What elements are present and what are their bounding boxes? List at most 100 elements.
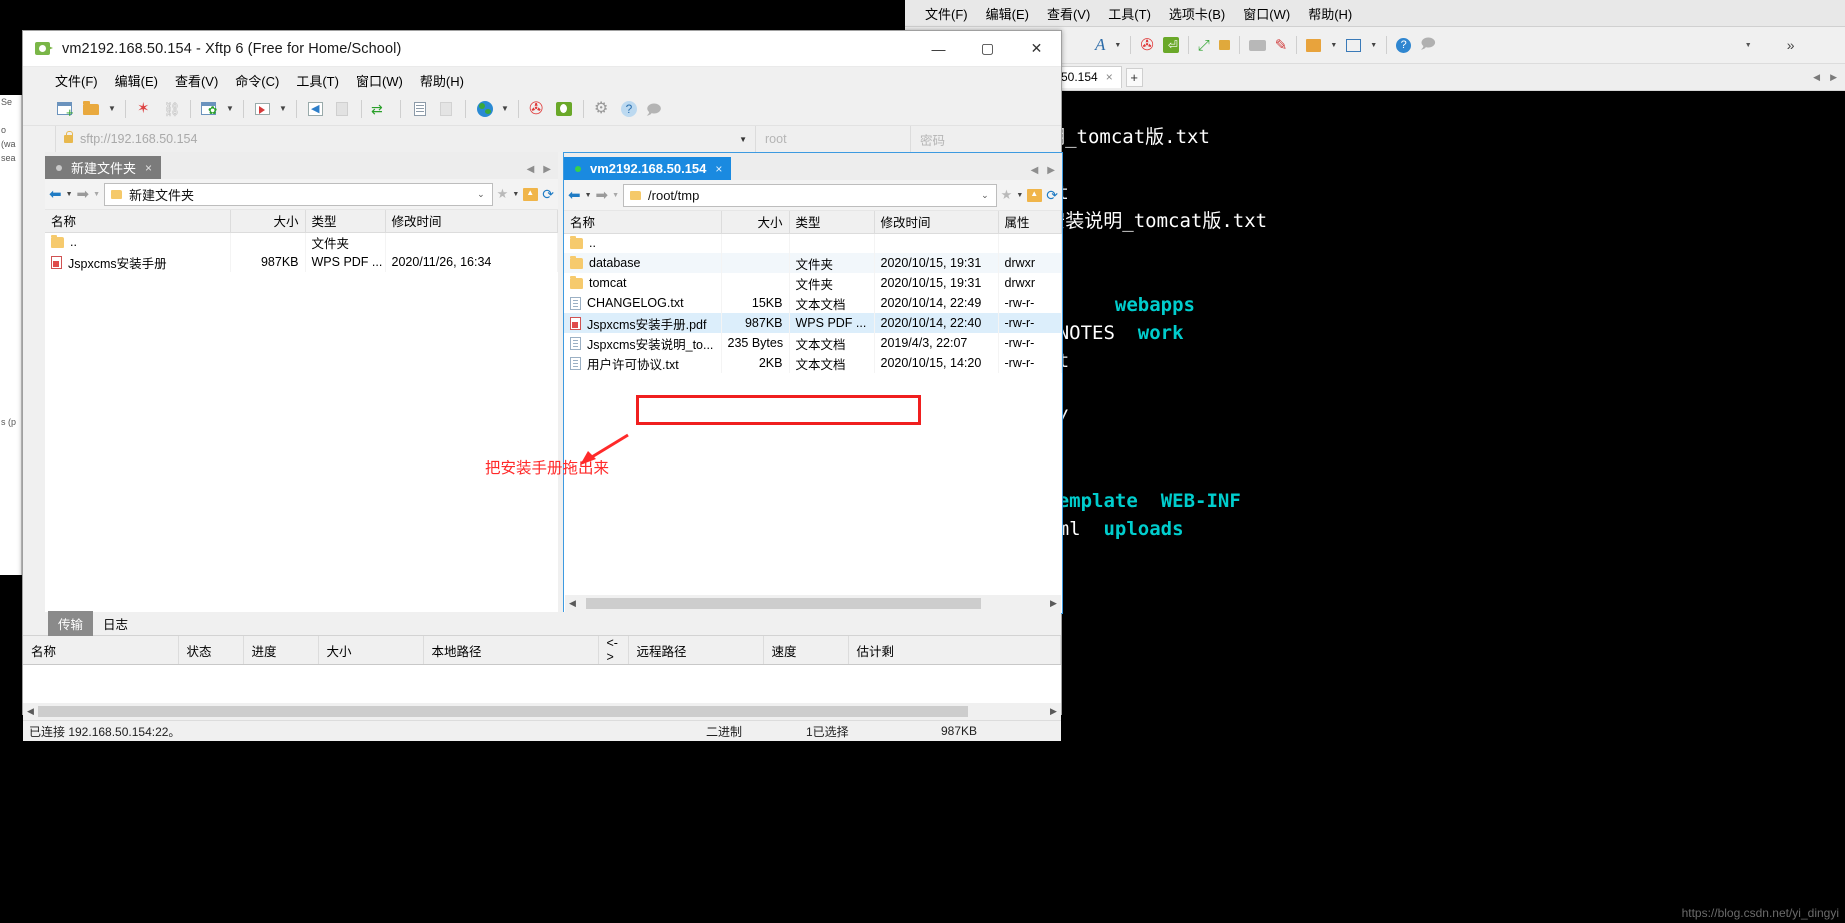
- chevron-down-icon[interactable]: ▼: [66, 191, 73, 198]
- scroll-thumb[interactable]: [586, 598, 981, 609]
- table-row[interactable]: CHANGELOG.txt 15KB 文本文档 2020/10/14, 22:4…: [564, 293, 1062, 313]
- menu-view[interactable]: 查看(V): [175, 71, 218, 90]
- col-progress[interactable]: 进度: [243, 636, 319, 665]
- feedback-icon[interactable]: 🗩: [644, 98, 666, 120]
- table-row[interactable]: Jspxcms安装说明_to... 235 Bytes 文本文档 2019/4/…: [564, 333, 1062, 353]
- star-icon[interactable]: ★: [497, 186, 509, 202]
- close-icon[interactable]: ×: [1106, 70, 1113, 84]
- table-row[interactable]: tomcat 文件夹 2020/10/15, 19:31 drwxr: [564, 273, 1062, 293]
- local-pane[interactable]: 新建文件夹 × ◀ ▶ ⬅ ▼ ➡ ▼ 新建文件夹 ⌄ ★ ▼ ▲ ⟳ 名称 大…: [45, 152, 558, 614]
- chevron-down-icon[interactable]: ⌄: [981, 190, 989, 201]
- chevron-down-icon[interactable]: ▼: [1330, 42, 1337, 49]
- disconnect-icon[interactable]: ✶: [134, 98, 156, 120]
- remote-file-table[interactable]: 名称 大小 类型 修改时间 属性 .. database 文件夹 2020/10…: [564, 211, 1062, 373]
- help-icon[interactable]: ?: [1396, 37, 1412, 53]
- tab-scroll-right-icon[interactable]: ▶: [1830, 72, 1837, 83]
- scroll-right-icon[interactable]: ▶: [1046, 598, 1061, 609]
- options-icon[interactable]: ⚙: [592, 98, 614, 120]
- col-local-path[interactable]: 本地路径: [423, 636, 599, 665]
- xshell-new-tab-button[interactable]: +: [1125, 67, 1143, 87]
- xshell-menu-view[interactable]: 查看(V): [1047, 4, 1090, 23]
- col-modified[interactable]: 修改时间: [874, 211, 999, 234]
- scroll-left-icon[interactable]: ◀: [23, 706, 38, 717]
- xshell-menu-help[interactable]: 帮助(H): [1308, 4, 1352, 23]
- tab-transfer[interactable]: 传输: [48, 611, 94, 636]
- chevron-down-icon[interactable]: ▼: [1016, 192, 1023, 199]
- menu-edit[interactable]: 编辑(E): [115, 71, 158, 90]
- col-name[interactable]: 名称: [23, 636, 179, 665]
- transfer-list-body[interactable]: [23, 665, 1061, 703]
- tab-scroll-left-icon[interactable]: ◀: [1813, 72, 1820, 83]
- col-size[interactable]: 大小: [721, 211, 790, 234]
- col-modified[interactable]: 修改时间: [385, 210, 558, 233]
- table-row[interactable]: .. 文件夹: [45, 232, 558, 252]
- copy-icon[interactable]: [435, 98, 457, 120]
- menu-tools[interactable]: 工具(T): [296, 71, 339, 90]
- menu-command[interactable]: 命令(C): [235, 71, 279, 90]
- comment-icon[interactable]: 🗩: [1420, 33, 1436, 57]
- toolbar-overflow-caret[interactable]: ▼: [1745, 42, 1752, 49]
- tab-scroll-right-icon[interactable]: ▶: [543, 164, 551, 175]
- local-path-input[interactable]: 新建文件夹 ⌄: [104, 182, 493, 206]
- xshell-icon[interactable]: ✇: [527, 98, 549, 120]
- scroll-trough[interactable]: [38, 704, 1046, 719]
- maximize-button[interactable]: ▢: [963, 31, 1012, 67]
- username-input[interactable]: root: [755, 126, 910, 152]
- col-status[interactable]: 状态: [178, 636, 244, 665]
- local-file-table[interactable]: 名称 大小 类型 修改时间 .. 文件夹 Jspxcms安装手册 987KB W…: [45, 210, 558, 272]
- paste-icon[interactable]: [331, 98, 353, 120]
- highlight-pen-icon[interactable]: ✎: [1275, 36, 1288, 54]
- table-row[interactable]: database 文件夹 2020/10/15, 19:31 drwxr: [564, 253, 1062, 273]
- open-in-browser-icon[interactable]: [474, 98, 496, 120]
- col-name[interactable]: 名称: [564, 211, 722, 234]
- menu-window[interactable]: 窗口(W): [356, 71, 403, 90]
- lock-icon[interactable]: [1218, 40, 1230, 50]
- fullscreen-icon[interactable]: ⤢: [1198, 37, 1210, 54]
- col-type[interactable]: 类型: [789, 211, 875, 234]
- new-session-icon[interactable]: +: [55, 98, 77, 120]
- scroll-thumb[interactable]: [38, 706, 968, 717]
- chevron-down-icon[interactable]: ⌄: [477, 189, 485, 200]
- password-input[interactable]: 密码: [910, 126, 1061, 152]
- xmanager-icon[interactable]: [553, 98, 575, 120]
- remote-horizontal-scrollbar[interactable]: ◀ ▶: [565, 595, 1061, 612]
- table-row-selected[interactable]: Jspxcms安装手册.pdf 987KB WPS PDF ... 2020/1…: [564, 313, 1062, 333]
- col-size[interactable]: 大小: [318, 636, 424, 665]
- col-speed[interactable]: 速度: [763, 636, 849, 665]
- transfer-start-icon[interactable]: [252, 98, 274, 120]
- forward-icon[interactable]: ➡: [77, 185, 90, 203]
- chevron-down-icon[interactable]: ▼: [739, 135, 747, 144]
- xshell-menu-tabs[interactable]: 选项卡(B): [1169, 4, 1225, 23]
- close-icon[interactable]: ×: [145, 161, 152, 175]
- edit-file-icon[interactable]: [409, 98, 431, 120]
- chevron-down-icon[interactable]: ▼: [225, 98, 235, 120]
- transfer-horizontal-scrollbar[interactable]: ◀ ▶: [23, 703, 1061, 720]
- col-direction[interactable]: <->: [598, 636, 629, 665]
- session-url-input[interactable]: sftp://192.168.50.154 ▼: [55, 126, 755, 152]
- home-icon[interactable]: [523, 187, 539, 201]
- tab-scroll-right-icon[interactable]: ▶: [1047, 165, 1055, 176]
- tab-scroll-left-icon[interactable]: ◀: [1031, 165, 1039, 176]
- font-icon[interactable]: A: [1095, 35, 1105, 55]
- tab-scroll-left-icon[interactable]: ◀: [527, 164, 535, 175]
- back-icon[interactable]: ⬅: [49, 185, 62, 203]
- forward-icon[interactable]: ➡: [596, 186, 609, 204]
- refresh-icon[interactable]: ⟳: [1046, 187, 1058, 204]
- col-size[interactable]: 大小: [230, 210, 306, 233]
- title-bar[interactable]: vm2192.168.50.154 - Xftp 6 (Free for Hom…: [23, 31, 1061, 67]
- col-attr[interactable]: 属性: [998, 211, 1062, 234]
- scroll-trough[interactable]: [580, 596, 1046, 611]
- chevron-down-icon[interactable]: ▼: [585, 192, 592, 199]
- menu-file[interactable]: 文件(F): [55, 71, 98, 90]
- table-row[interactable]: 用户许可协议.txt 2KB 文本文档 2020/10/15, 14:20 -r…: [564, 353, 1062, 373]
- chevron-down-icon[interactable]: ▼: [278, 98, 288, 120]
- home-icon[interactable]: [1027, 188, 1043, 202]
- chevron-down-icon[interactable]: ▼: [500, 98, 510, 120]
- link-icon[interactable]: ⛓: [160, 98, 182, 120]
- tab-log[interactable]: 日志: [93, 611, 138, 636]
- green-leaf-icon[interactable]: ⏎: [1162, 37, 1179, 53]
- remote-pane[interactable]: vm2192.168.50.154 × ◀ ▶ ⬅ ▼ ➡ ▼ /root/tm…: [563, 152, 1063, 614]
- chevron-down-icon[interactable]: ▼: [512, 191, 519, 198]
- xshell-menu-tools[interactable]: 工具(T): [1108, 4, 1151, 23]
- sync-browse-icon[interactable]: ◀: [305, 98, 327, 120]
